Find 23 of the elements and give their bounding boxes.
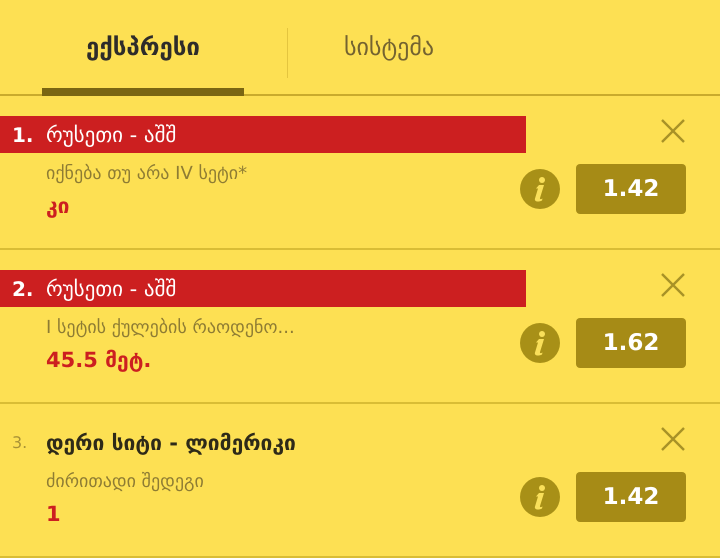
event-name: დერი სიტი - ლიმერიკი (46, 430, 296, 454)
market-name: I სეტის ქულების რაოდენო... (46, 317, 296, 338)
pick-value: კი (46, 194, 71, 218)
market-name: იქნება თუ არა IV სეტი* (46, 163, 248, 184)
info-icon[interactable] (520, 169, 560, 209)
event-name: რუსეთი - აშშ (46, 122, 176, 146)
info-icon[interactable] (520, 477, 560, 517)
pick-value: 45.5 მეტ. (46, 348, 152, 372)
info-icon[interactable] (520, 323, 560, 363)
close-icon[interactable] (660, 272, 686, 298)
event-name: რუსეთი - აშშ (46, 276, 176, 300)
bet-number: 2. (11, 276, 35, 300)
tab[interactable]: ექსპრესი (42, 0, 244, 96)
tab[interactable]: სისტემა (288, 0, 490, 96)
odds-button[interactable]: 1.42 (576, 472, 686, 522)
bet-number: 1. (11, 122, 35, 146)
market-name: ძირითადი შედეგი (46, 471, 205, 492)
close-icon[interactable] (660, 118, 686, 144)
bet-number: 3. (11, 433, 28, 452)
pick-value: 1 (46, 502, 62, 526)
odds-button[interactable]: 1.62 (576, 318, 686, 368)
odds-button[interactable]: 1.42 (576, 164, 686, 214)
close-icon[interactable] (660, 426, 686, 452)
